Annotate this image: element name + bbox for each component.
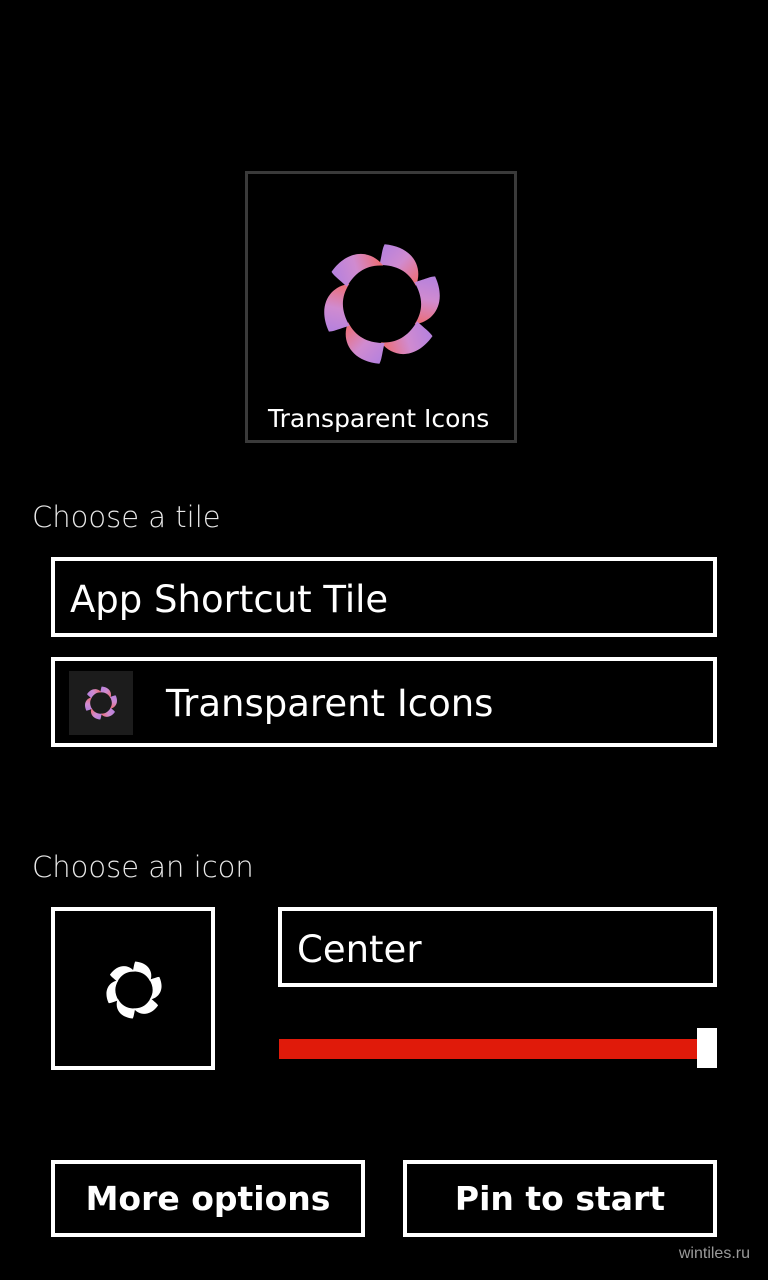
tile-option-transparent-icons[interactable]: Transparent Icons bbox=[51, 657, 717, 747]
icon-picker-button[interactable] bbox=[51, 907, 215, 1070]
icon-alignment-select[interactable]: Center bbox=[278, 907, 717, 987]
choose-icon-label: Choose an icon bbox=[32, 850, 254, 884]
flower-swirl-icon bbox=[324, 244, 440, 364]
more-options-button[interactable]: More options bbox=[51, 1160, 365, 1237]
tile-option-label: App Shortcut Tile bbox=[70, 578, 389, 621]
icon-size-slider-track[interactable] bbox=[279, 1039, 699, 1059]
tile-preview-title: Transparent Icons bbox=[268, 404, 490, 433]
tile-preview: Transparent Icons bbox=[245, 171, 517, 443]
flower-swirl-icon bbox=[106, 961, 162, 1019]
pin-to-start-button[interactable]: Pin to start bbox=[403, 1160, 717, 1237]
icon-size-slider-thumb[interactable] bbox=[697, 1028, 717, 1068]
app-icon-thumbnail bbox=[69, 671, 133, 735]
tile-option-label: Transparent Icons bbox=[166, 682, 494, 725]
flower-swirl-icon bbox=[85, 686, 117, 720]
icon-alignment-value: Center bbox=[297, 928, 422, 971]
choose-tile-label: Choose a tile bbox=[32, 500, 221, 534]
tile-option-app-shortcut[interactable]: App Shortcut Tile bbox=[51, 557, 717, 637]
watermark: wintiles.ru bbox=[678, 1245, 750, 1262]
